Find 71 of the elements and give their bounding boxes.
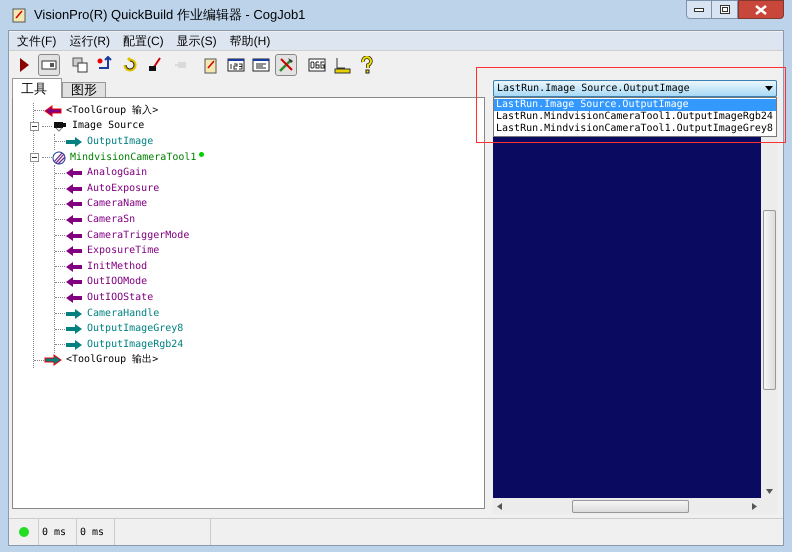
maximize-icon [720, 5, 730, 14]
right-arrow-icon [44, 354, 62, 366]
scrollbar-thumb[interactable] [762, 210, 776, 390]
minimize-icon [694, 8, 704, 12]
tree-item[interactable]: CameraHandle [87, 308, 160, 319]
tree-item[interactable]: OutputImage [87, 136, 154, 147]
left-arrow-icon [65, 292, 83, 304]
menu-item[interactable]: 运行(R) [69, 32, 110, 50]
refresh-icon [121, 56, 139, 74]
tree-item[interactable]: Image Source [72, 121, 144, 132]
dropdown-option[interactable]: LastRun.MindvisionCameraTool1.OutputImageGrey8 [494, 123, 776, 135]
menu-item[interactable]: 显示(S) [176, 32, 217, 50]
scrollbar-thumb[interactable] [572, 500, 689, 512]
left-arrow-icon [65, 214, 83, 226]
left-arrow-icon [65, 276, 83, 288]
camera-icon [52, 120, 68, 132]
horizontal-scrollbar[interactable] [493, 498, 761, 514]
tree-item[interactable]: <ToolGroup 输入> [66, 106, 158, 116]
window-title: VisionPro(R) QuickBuild 作业编辑器 - CogJob1 [34, 6, 306, 24]
right-arrow-icon [65, 338, 83, 351]
tool-logo-icon [52, 150, 66, 165]
tree-item[interactable]: CameraSn [87, 214, 136, 225]
scroll-down-icon [766, 489, 772, 494]
tree-item[interactable]: CameraName [87, 199, 148, 210]
left-arrow-icon [65, 230, 83, 242]
number-display-icon [227, 56, 245, 74]
clipboard-icon [12, 7, 26, 23]
timing-text: 0 ms [42, 526, 66, 540]
dropdown-option[interactable]: LastRun.MindvisionCameraTool1.OutputImageRgb24 [494, 111, 776, 123]
tab[interactable]: 工具 [12, 78, 62, 98]
maximize-button[interactable] [712, 0, 738, 19]
expand-toggle[interactable] [30, 153, 39, 162]
timing-text: 0 ms [80, 526, 104, 540]
left-arrow-icon [65, 198, 83, 210]
tree-item[interactable]: MindvisionCameraTool1 [70, 152, 196, 163]
toolbar-button[interactable] [38, 54, 60, 76]
tree-item[interactable]: CameraTriggerMode [87, 230, 190, 241]
menu-item[interactable]: 文件(F) [17, 32, 56, 50]
left-arrow-icon [65, 260, 83, 273]
tree-item[interactable]: OutIOOMode [87, 277, 148, 288]
tree-item[interactable]: AnalogGain [87, 168, 148, 178]
right-arrow-icon [65, 308, 83, 320]
scroll-left-icon [497, 502, 502, 510]
form-window-icon [252, 56, 270, 74]
left-arrow-icon [44, 104, 62, 117]
tree-item[interactable]: <ToolGroup 输出> [66, 355, 158, 366]
right-arrow-icon [65, 323, 83, 336]
ruler-icon [333, 56, 351, 74]
debug-icon [308, 56, 326, 74]
dropdown-arrow-icon [765, 86, 773, 91]
tree-item[interactable]: OutputImageRgb24 [87, 340, 184, 350]
left-arrow-icon [65, 167, 83, 180]
tree-item[interactable]: OutputImageGrey8 [87, 324, 184, 334]
expand-toggle[interactable] [30, 122, 39, 131]
menu-item[interactable]: 配置(C) [123, 32, 164, 50]
close-icon [755, 4, 767, 14]
scroll-right-icon [752, 502, 757, 510]
tree-item[interactable]: ExposureTime [87, 246, 160, 256]
menu-item[interactable]: 帮助(H) [230, 32, 270, 50]
left-arrow-icon [65, 182, 83, 195]
tab[interactable]: 图形 [62, 82, 106, 98]
tree-item[interactable]: OutIOOState [87, 292, 154, 303]
tree-item[interactable]: InitMethod [87, 262, 148, 272]
tools-icon [277, 56, 295, 74]
image-source-dropdown[interactable]: LastRun.Image Source.OutputImage [493, 80, 777, 97]
minimize-button[interactable] [686, 0, 712, 19]
tree-item[interactable]: AutoExposure [87, 184, 160, 194]
windows-icon [71, 56, 89, 74]
right-arrow-icon [65, 136, 83, 148]
left-arrow-icon [65, 245, 83, 258]
close-button[interactable] [738, 0, 784, 19]
